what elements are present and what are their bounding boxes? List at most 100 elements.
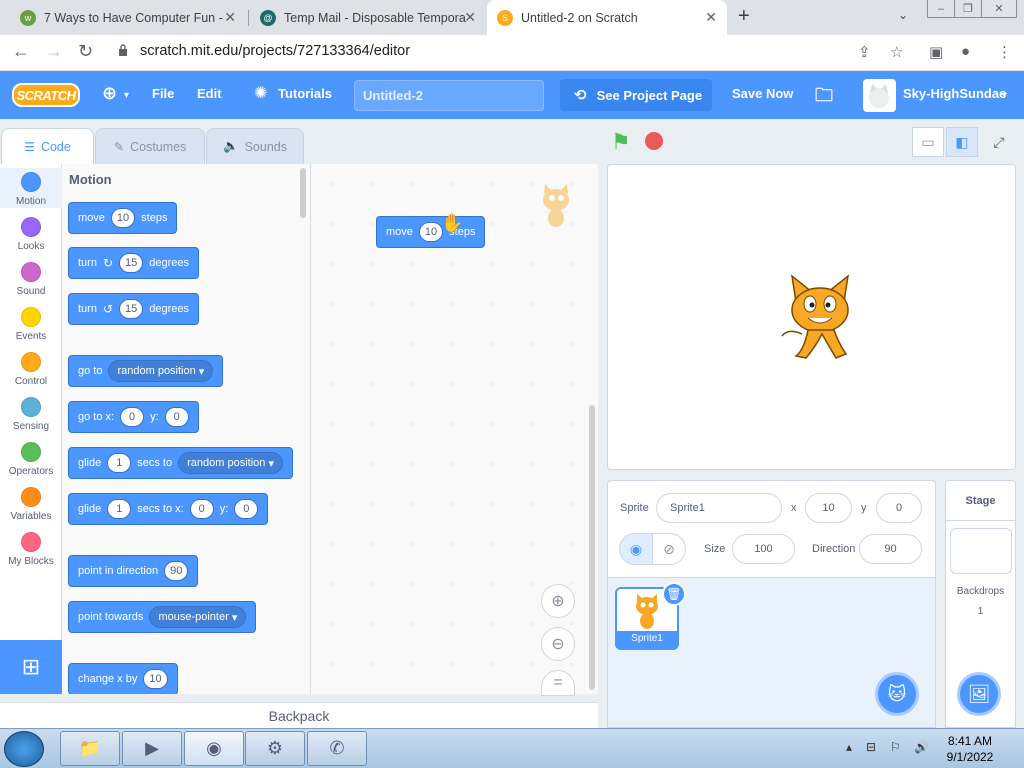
- sprite-cat-icon[interactable]: [778, 272, 860, 362]
- block-dropdown[interactable]: mouse-pointer ▾: [149, 606, 247, 628]
- taskbar-clock[interactable]: 8:41 AM 9/1/2022: [935, 733, 1005, 765]
- category-control[interactable]: Control: [0, 352, 62, 387]
- block-go-to[interactable]: go to random position ▾: [68, 355, 224, 387]
- close-icon[interactable]: ✕: [705, 9, 717, 26]
- browser-tab-active[interactable]: S Untitled-2 on Scratch ✕: [487, 0, 727, 35]
- palette-scrollbar[interactable]: [300, 168, 306, 218]
- delete-sprite-button[interactable]: 🗑: [662, 582, 686, 606]
- choose-backdrop-button[interactable]: 🖼: [957, 672, 1001, 716]
- whatsapp-icon[interactable]: ✆: [307, 731, 367, 766]
- tutorials-menu[interactable]: Tutorials: [278, 86, 332, 101]
- scratch-logo[interactable]: SCRATCH: [12, 83, 80, 107]
- block-number-input[interactable]: 0: [234, 499, 259, 519]
- category-events[interactable]: Events: [0, 307, 62, 342]
- stage-thumbnail[interactable]: [950, 528, 1012, 574]
- back-icon[interactable]: ←: [12, 41, 30, 62]
- caret-down-icon[interactable]: ▾: [1002, 90, 1007, 101]
- globe-icon[interactable]: ⊕: [102, 83, 117, 104]
- block-point-direction[interactable]: point in direction 90: [68, 555, 199, 587]
- power-flag-icon[interactable]: ⚐: [890, 740, 901, 754]
- category-variables[interactable]: Variables: [0, 487, 62, 522]
- block-point-towards[interactable]: point towards mouse-pointer ▾: [68, 601, 257, 633]
- sprite-name-input[interactable]: Sprite1: [656, 493, 782, 523]
- chevron-down-icon[interactable]: ⌄: [898, 8, 908, 22]
- block-number-input[interactable]: 0: [164, 407, 189, 427]
- block-dropdown[interactable]: random position ▾: [178, 452, 283, 474]
- project-title-input[interactable]: Untitled-2: [354, 80, 544, 111]
- block-number-input[interactable]: 10: [143, 669, 168, 689]
- settings-gear-icon[interactable]: ⚙: [245, 731, 305, 766]
- minimize-icon[interactable]: –: [927, 0, 955, 18]
- block-number-input[interactable]: 10: [418, 222, 444, 242]
- close-icon[interactable]: ✕: [224, 9, 236, 26]
- chrome-icon[interactable]: ◉: [184, 731, 244, 766]
- browser-tab[interactable]: @ Temp Mail - Disposable Tempora ✕: [250, 0, 486, 35]
- block-number-input[interactable]: 15: [119, 299, 144, 319]
- category-sensing[interactable]: Sensing: [0, 397, 62, 432]
- share-icon[interactable]: ⇪: [858, 43, 871, 61]
- zoom-out-icon[interactable]: ⊖: [541, 627, 575, 661]
- zoom-reset-icon[interactable]: =: [541, 670, 575, 696]
- tray-chevron-icon[interactable]: ▴: [846, 740, 852, 754]
- tab-costumes[interactable]: ✎ Costumes: [95, 128, 205, 164]
- small-stage-icon[interactable]: ▭: [912, 127, 944, 157]
- block-turn-right[interactable]: turn ↻ 15 degrees: [68, 247, 200, 279]
- block-go-to-xy[interactable]: go to x: 0 y: 0: [68, 401, 199, 433]
- tab-code[interactable]: ☰ Code: [1, 128, 94, 164]
- normal-stage-icon[interactable]: ◧: [946, 127, 978, 157]
- username[interactable]: Sky-HighSundae: [903, 86, 1006, 101]
- block-number-input[interactable]: 0: [120, 407, 145, 427]
- volume-icon[interactable]: 🔊: [914, 740, 929, 754]
- show-sprite-button[interactable]: ◉: [619, 533, 653, 565]
- zoom-in-icon[interactable]: ⊕: [541, 584, 575, 618]
- block-glide[interactable]: glide 1 secs to random position ▾: [68, 447, 293, 479]
- block-number-input[interactable]: 15: [119, 253, 144, 273]
- maximize-icon[interactable]: ❐: [954, 0, 982, 18]
- sidepanel-icon[interactable]: ▣: [929, 43, 943, 61]
- y-input[interactable]: 0: [876, 493, 922, 523]
- network-icon[interactable]: ⊟: [866, 740, 876, 754]
- block-dropdown[interactable]: random position ▾: [108, 360, 214, 382]
- file-explorer-icon[interactable]: 📁: [60, 731, 120, 766]
- fullscreen-icon[interactable]: ⤢: [983, 127, 1015, 157]
- close-icon[interactable]: ✕: [464, 9, 476, 26]
- url-field[interactable]: scratch.mit.edu/projects/727133364/edito…: [140, 43, 410, 59]
- save-now-button[interactable]: Save Now: [732, 86, 793, 101]
- category-operators[interactable]: Operators: [0, 442, 62, 477]
- start-button[interactable]: [4, 731, 44, 767]
- block-number-input[interactable]: 0: [189, 499, 214, 519]
- category-sound[interactable]: Sound: [0, 262, 62, 297]
- script-scrollbar[interactable]: [589, 405, 595, 690]
- edit-menu[interactable]: Edit: [197, 86, 222, 101]
- category-my-blocks[interactable]: My Blocks: [0, 532, 62, 567]
- x-input[interactable]: 10: [805, 493, 852, 523]
- stop-icon[interactable]: [645, 132, 663, 150]
- block-move-steps[interactable]: move 10 steps: [68, 202, 178, 234]
- block-number-input[interactable]: 1: [107, 453, 132, 473]
- add-extension-button[interactable]: ⊞: [0, 640, 62, 694]
- kebab-menu-icon[interactable]: ⋮: [997, 43, 1012, 61]
- direction-input[interactable]: 90: [859, 534, 922, 564]
- reload-icon[interactable]: ↻: [78, 41, 93, 62]
- file-menu[interactable]: File: [152, 86, 174, 101]
- profile-icon[interactable]: ●: [961, 43, 970, 60]
- hide-sprite-button[interactable]: ⊘: [652, 533, 686, 565]
- block-number-input[interactable]: 10: [110, 208, 136, 228]
- block-glide-xy[interactable]: glide 1 secs to x: 0 y: 0: [68, 493, 269, 525]
- block-number-input[interactable]: 90: [164, 561, 189, 581]
- close-window-icon[interactable]: ✕: [981, 0, 1017, 18]
- forward-icon[interactable]: →: [45, 41, 63, 62]
- see-project-page-button[interactable]: ⟲ See Project Page: [560, 79, 712, 111]
- block-turn-left[interactable]: turn ↺ 15 degrees: [68, 293, 200, 325]
- choose-sprite-button[interactable]: 🐱: [875, 672, 919, 716]
- media-player-icon[interactable]: ▶: [122, 731, 182, 766]
- script-block-move-steps[interactable]: move 10 steps: [376, 216, 486, 248]
- avatar[interactable]: [863, 79, 896, 112]
- block-number-input[interactable]: 1: [107, 499, 132, 519]
- size-input[interactable]: 100: [732, 534, 795, 564]
- block-change-x[interactable]: change x by 10: [68, 663, 178, 694]
- category-motion[interactable]: Motion: [0, 168, 62, 208]
- green-flag-icon[interactable]: ⚑: [611, 129, 631, 155]
- category-looks[interactable]: Looks: [0, 217, 62, 252]
- tab-sounds[interactable]: 🔈 Sounds: [206, 128, 304, 164]
